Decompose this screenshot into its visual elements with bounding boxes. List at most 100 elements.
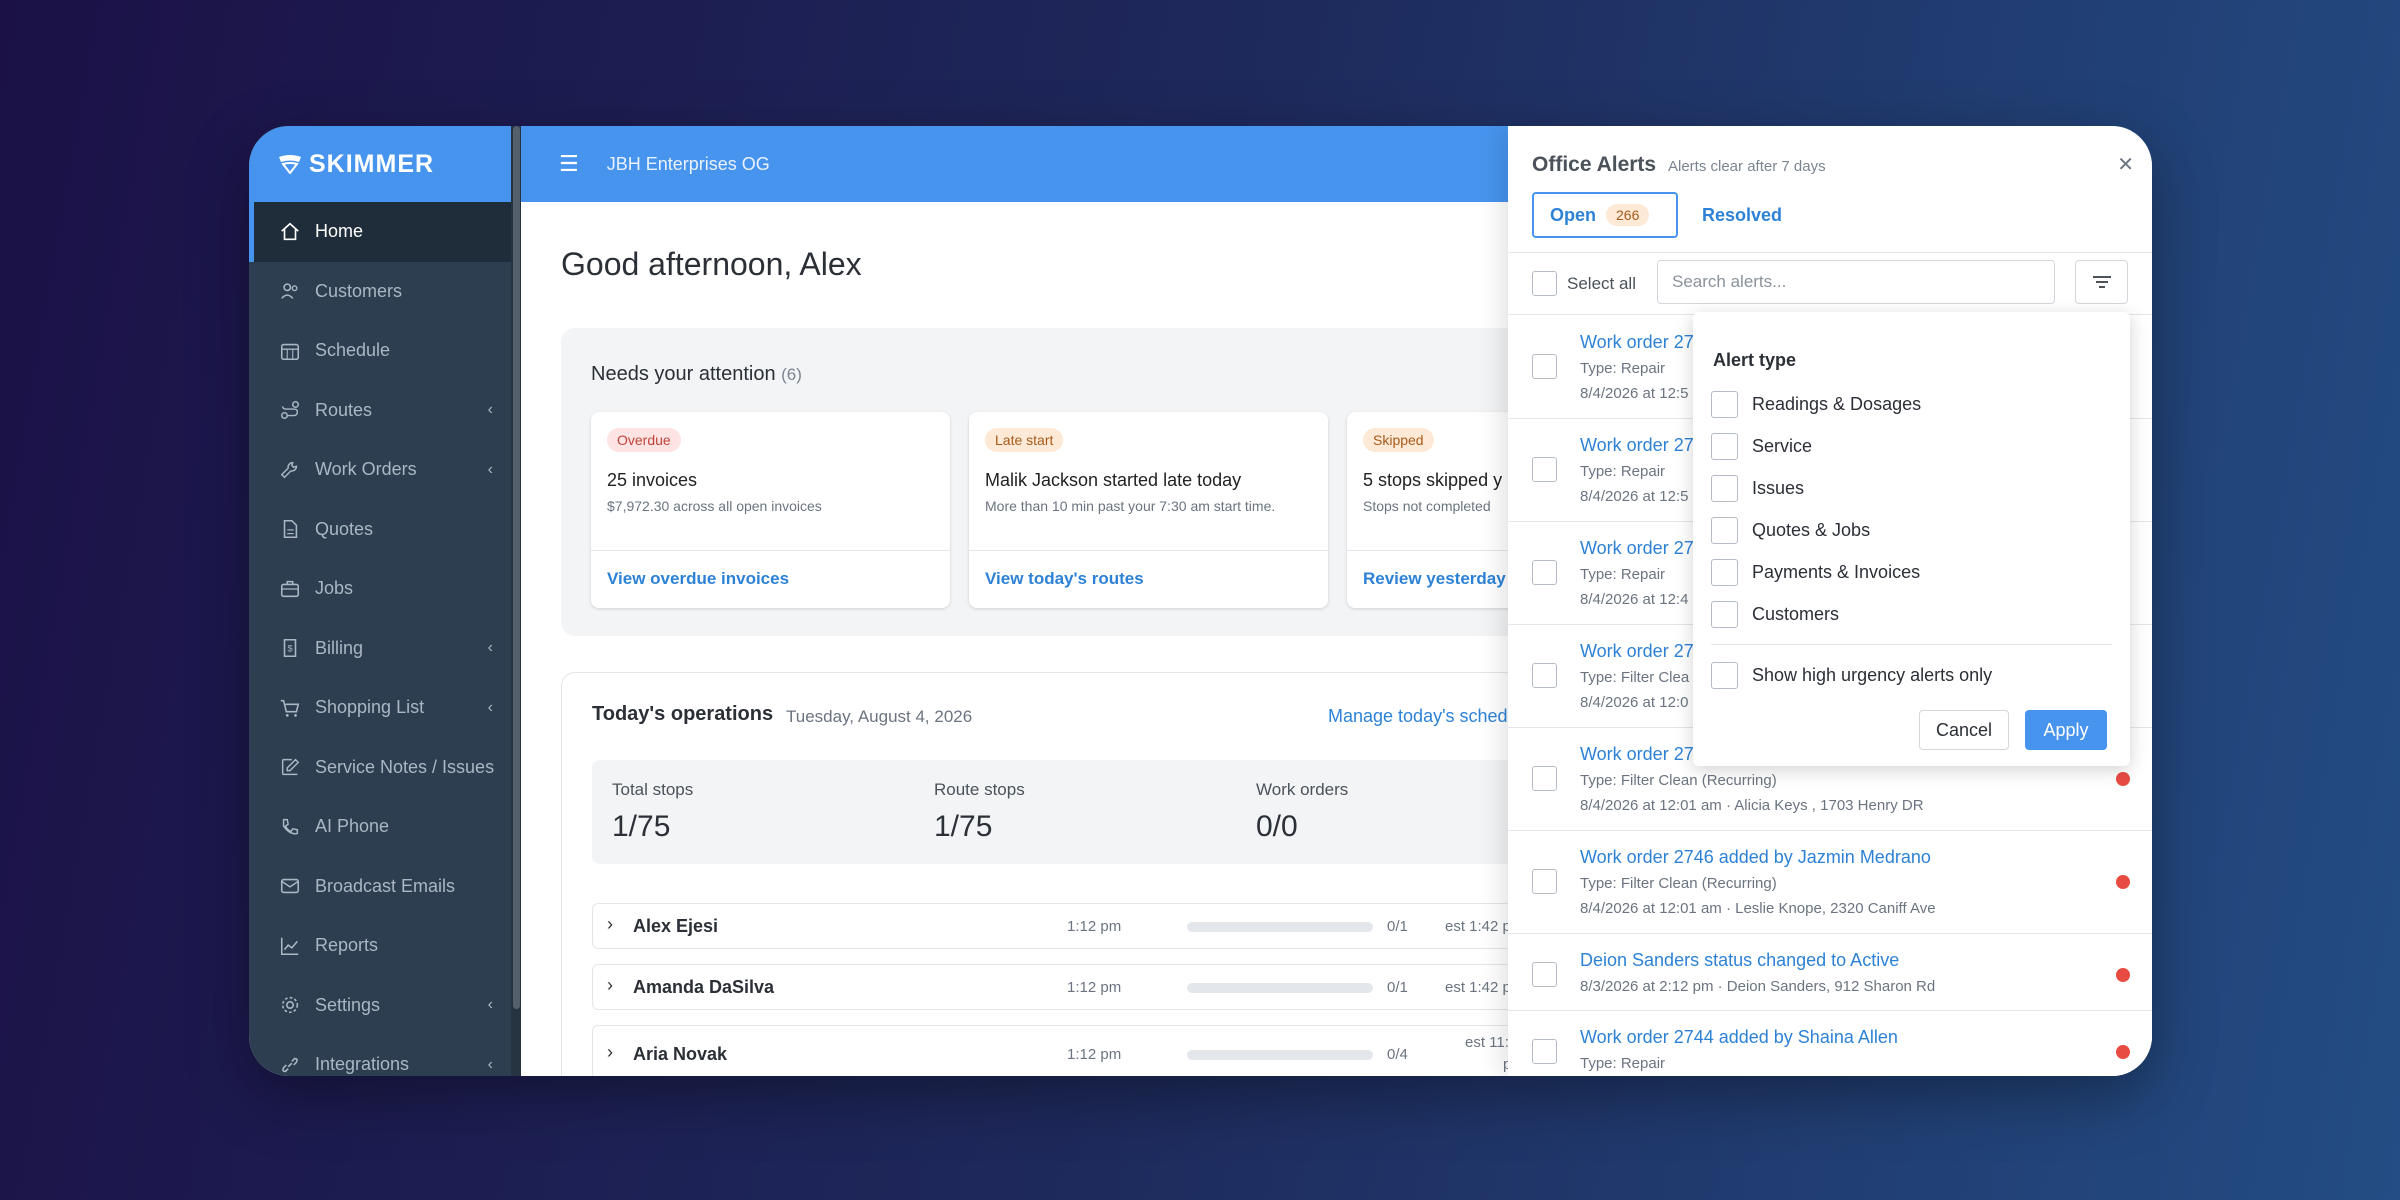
sidebar-item-reports[interactable]: Reports [249,916,521,976]
close-icon[interactable]: ✕ [2117,152,2134,177]
cancel-button[interactable]: Cancel [1919,710,2009,750]
card-subtitle: More than 10 min past your 7:30 am start… [985,498,1276,514]
divider [969,550,1328,551]
urgent-indicator [2116,875,2130,889]
hamburger-menu-icon[interactable]: ☰ [559,151,579,177]
page-title: Good afternoon, Alex [561,246,862,282]
sidebar-item-integrations[interactable]: Integrations ‹ [249,1035,521,1076]
filter-option-label: Customers [1752,604,1840,624]
manage-schedule-link[interactable]: Manage today's sched [1328,706,1508,727]
search-alerts-input[interactable]: Search alerts... [1657,260,2055,304]
attention-section: Needs your attention (6) Overdue 25 invo… [561,328,1706,636]
tab-open[interactable]: Open 266 [1532,192,1678,238]
filter-checkbox[interactable] [1711,433,1738,460]
sidebar-item-label: Routes [315,399,373,420]
review-yesterday-link[interactable]: Review yesterday [1363,569,1506,589]
sidebar-item-customers[interactable]: Customers [249,262,521,322]
filter-option[interactable]: Service [1711,433,1812,460]
filter-checkbox[interactable] [1711,559,1738,586]
filter-option[interactable]: Readings & Dosages [1711,391,1921,418]
alerts-subtitle: Alerts clear after 7 days [1668,158,1826,175]
sidebar-item-quotes[interactable]: Quotes [249,500,521,560]
filter-checkbox[interactable] [1711,391,1738,418]
chevron-left-icon: ‹ [487,698,493,716]
divider [1508,252,2152,253]
filter-checkbox[interactable] [1711,601,1738,628]
filter-option-label: Service [1752,436,1813,456]
card-subtitle: Stops not completed [1363,498,1491,514]
chevron-right-icon[interactable]: › [607,914,613,935]
sidebar-item-routes[interactable]: Routes ‹ [249,381,521,441]
alert-title-link[interactable]: Deion Sanders status changed to Active [1580,950,1899,971]
stat-work-orders: Work orders 0/0 [1256,780,1348,844]
alert-title-link[interactable]: Work order 2746 added by Jazmin Medrano [1580,847,1931,868]
sidebar-item-billing[interactable]: $ Billing ‹ [249,619,521,679]
alert-item[interactable]: Work order 2744 added by Shaina Allen Typ… [1508,1011,2152,1076]
filter-option-label: Issues [1752,478,1805,498]
sidebar-item-work-orders[interactable]: Work Orders ‹ [249,440,521,500]
alert-title-link[interactable]: Work order 27 [1580,435,1694,456]
select-all-control[interactable]: Select all [1532,271,1636,296]
sidebar-item-ai-phone[interactable]: AI Phone [249,797,521,857]
progress-bar [1187,983,1373,993]
sidebar-item-shopping-list[interactable]: Shopping List ‹ [249,678,521,738]
filter-option[interactable]: Customers [1711,601,1839,628]
alert-checkbox[interactable] [1532,766,1557,791]
alert-checkbox[interactable] [1532,962,1557,987]
tech-row[interactable]: › Alex Ejesi 1:12 pm 0/1 est 1:42 p [592,903,1662,949]
users-icon [279,280,301,302]
sidebar-item-broadcast-emails[interactable]: Broadcast Emails [249,857,521,917]
brand-logo[interactable]: SKIMMER [277,150,434,179]
alert-title-link[interactable]: Work order 2744 added by Shaina Allen [1580,1027,1898,1048]
attention-title: Needs your attention (6) [591,363,802,386]
filter-option[interactable]: Payments & Invoices [1711,559,1920,586]
tech-estimate: est 1:42 p [1445,918,1511,935]
apply-button[interactable]: Apply [2025,710,2107,750]
view-todays-routes-link[interactable]: View today's routes [985,569,1144,589]
alert-item[interactable]: Work order 2746 added by Jazmin Medrano T… [1508,831,2152,934]
tech-row[interactable]: › Aria Novak 1:12 pm 0/4 est 11: p [592,1025,1662,1076]
sidebar-nav: Home Customers Schedule Routes ‹ Work Orders ‹… [249,202,521,1076]
alert-checkbox[interactable] [1532,560,1557,585]
tech-row[interactable]: › Amanda DaSilva 1:12 pm 0/1 est 1:42 p [592,964,1662,1010]
alert-item[interactable]: Deion Sanders status changed to Active 8/… [1508,934,2152,1011]
chevron-right-icon[interactable]: › [607,1042,613,1063]
filter-option[interactable]: Issues [1711,475,1804,502]
urgency-checkbox[interactable] [1711,662,1738,689]
alert-title-link[interactable]: Work order 27 [1580,641,1694,662]
sidebar-item-home[interactable]: Home [249,202,521,262]
sidebar-item-settings[interactable]: Settings ‹ [249,976,521,1036]
urgency-filter-option[interactable]: Show high urgency alerts only [1711,662,1992,689]
sidebar-scrollbar[interactable] [511,126,521,1076]
open-count-badge: 266 [1606,204,1650,226]
alert-detail: 8/3/2026 at 2:12 pm · Deion Sanders, 912… [1580,978,1936,995]
sidebar-item-jobs[interactable]: Jobs [249,559,521,619]
select-all-checkbox[interactable] [1532,271,1557,296]
chevron-right-icon[interactable]: › [607,975,613,996]
sidebar-item-schedule[interactable]: Schedule [249,321,521,381]
view-overdue-invoices-link[interactable]: View overdue invoices [607,569,789,589]
filter-option[interactable]: Quotes & Jobs [1711,517,1870,544]
briefcase-icon [279,578,301,600]
alert-checkbox[interactable] [1532,457,1557,482]
alert-title-link[interactable]: Work order 27 [1580,538,1694,559]
filter-button[interactable] [2075,260,2128,304]
filter-checkbox[interactable] [1711,517,1738,544]
sidebar-item-service-notes-issues[interactable]: Service Notes / Issues [249,738,521,798]
status-badge: Overdue [607,428,681,452]
sidebar-scrollbar-thumb[interactable] [513,126,520,1009]
alert-checkbox[interactable] [1532,354,1557,379]
tech-time: 1:12 pm [1067,918,1122,935]
alert-checkbox[interactable] [1532,663,1557,688]
alert-checkbox[interactable] [1532,869,1557,894]
link-icon [279,1054,301,1076]
attention-title-text: Needs your attention [591,363,776,385]
divider [591,550,950,551]
tab-resolved[interactable]: Resolved [1702,205,1782,226]
chevron-left-icon: ‹ [487,996,493,1014]
alert-title-link[interactable]: Work order 27 [1580,744,1694,765]
card-title: 5 stops skipped y [1363,470,1503,490]
filter-checkbox[interactable] [1711,475,1738,502]
alert-title-link[interactable]: Work order 27 [1580,332,1694,353]
alert-checkbox[interactable] [1532,1039,1557,1064]
